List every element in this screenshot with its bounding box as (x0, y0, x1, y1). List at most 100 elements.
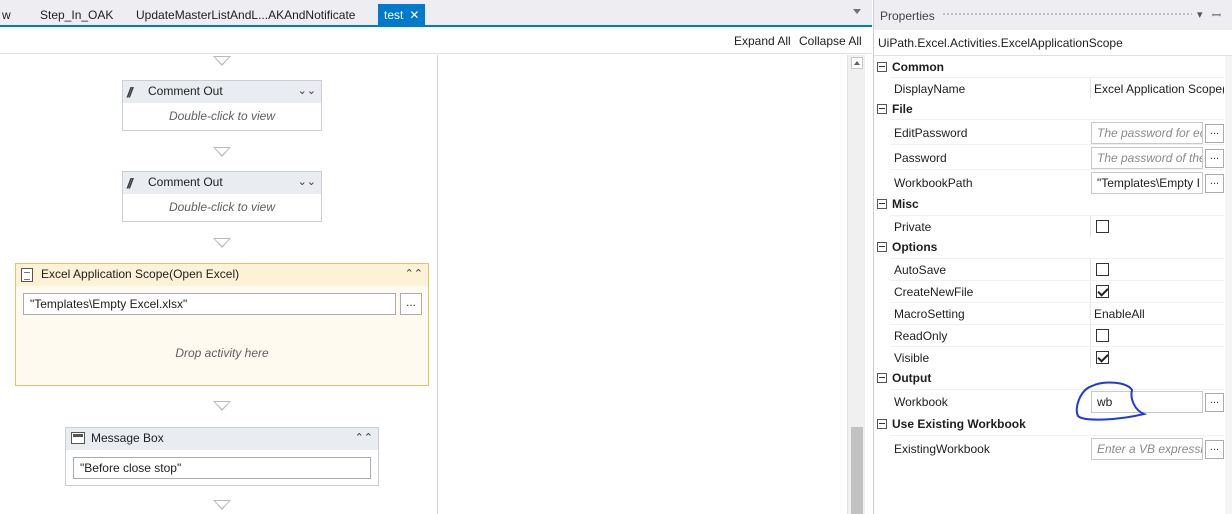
browse-button[interactable]: ... (400, 293, 422, 315)
tab-overflow-icon[interactable] (853, 9, 861, 14)
category-label: Output (892, 371, 932, 385)
category-misc[interactable]: Misc (874, 194, 1224, 214)
property-name: CreateNewFile (894, 285, 974, 299)
read-only-checkbox[interactable] (1096, 329, 1109, 342)
property-value[interactable]: Excel Application Scope( (1094, 82, 1224, 96)
comment-out-activity[interactable]: // Comment Out ⌄⌄ Double-click to view (122, 80, 322, 131)
category-label: Common (892, 60, 944, 74)
designer-canvas[interactable]: // Comment Out ⌄⌄ Double-click to view /… (0, 55, 438, 514)
tab-label: test (384, 8, 404, 22)
category-output[interactable]: Output (874, 368, 1224, 388)
message-text-input[interactable]: "Before close stop" (73, 457, 371, 479)
expand-chevron-icon[interactable]: ⌄⌄ (298, 84, 316, 97)
activity-title: Comment Out (148, 84, 223, 98)
workbook-path-browse-button[interactable]: ... (1205, 174, 1224, 193)
property-row-readonly[interactable]: ReadOnly (890, 324, 1224, 347)
divider (1090, 325, 1091, 347)
property-name: Visible (894, 351, 930, 365)
flow-arrow-icon (213, 147, 231, 157)
collapse-icon[interactable] (877, 242, 887, 252)
tab-test[interactable]: test ✕ (378, 4, 426, 27)
property-row-displayname[interactable]: DisplayName Excel Application Scope( (890, 77, 1224, 100)
create-new-file-checkbox[interactable] (1096, 285, 1109, 298)
divider (1090, 259, 1091, 281)
collapse-icon[interactable] (877, 199, 887, 209)
excel-scope-icon (21, 268, 33, 282)
property-name: ReadOnly (894, 329, 948, 343)
password-input[interactable]: The password of the (1091, 147, 1203, 169)
flow-arrow-icon (213, 401, 231, 411)
category-common[interactable]: Common (874, 57, 1224, 77)
category-file[interactable]: File (874, 99, 1224, 119)
property-row-password[interactable]: Password The password of the ... (890, 144, 1224, 169)
password-browse-button[interactable]: ... (1205, 149, 1224, 168)
collapse-icon[interactable] (877, 62, 887, 72)
workbook-browse-button[interactable]: ... (1205, 393, 1224, 412)
collapse-chevron-icon[interactable]: ⌃⌃ (355, 431, 373, 444)
close-icon[interactable]: ✕ (409, 4, 419, 27)
message-box-icon (71, 432, 85, 444)
document-tab-bar: w Step_In_OAK UpdateMasterListAndL...AKA… (0, 0, 872, 27)
dropdown-icon[interactable]: ▾ (1197, 8, 1203, 21)
selected-type-label: UiPath.Excel.Activities.ExcelApplication… (874, 30, 1232, 56)
property-row-macrosetting[interactable]: MacroSetting EnableAll (890, 302, 1224, 325)
collapse-chevron-icon[interactable]: ⌃⌃ (405, 267, 423, 280)
property-row-existingworkbook[interactable]: ExistingWorkbook Enter a VB expressic ..… (890, 435, 1224, 460)
comment-out-activity[interactable]: // Comment Out ⌄⌄ Double-click to view (122, 171, 322, 222)
category-label: Options (892, 240, 938, 254)
designer-scrollbar[interactable] (847, 55, 865, 514)
autosave-checkbox[interactable] (1096, 263, 1109, 276)
property-name: AutoSave (894, 263, 947, 277)
properties-panel: Properties ▾ ꟷ UiPath.Excel.Activities.E… (873, 0, 1232, 514)
message-box-activity[interactable]: Message Box ⌃⌃ "Before close stop" (65, 427, 379, 486)
workbook-path-input[interactable]: "Templates\Empty Excel.xlsx" (23, 293, 396, 315)
property-name: WorkbookPath (894, 176, 973, 190)
workbook-path-field[interactable]: "Templates\Empty I (1091, 172, 1203, 194)
properties-scrollbar[interactable] (1225, 56, 1232, 514)
comment-icon: // (127, 175, 133, 191)
divider (1090, 347, 1091, 369)
property-row-createnewfile[interactable]: CreateNewFile (890, 280, 1224, 303)
pin-icon[interactable]: ꟷ (1212, 8, 1221, 23)
scroll-up-icon[interactable] (851, 57, 863, 69)
designer-toolbar: Expand All Collapse All (0, 27, 872, 54)
tab-update-master-list[interactable]: UpdateMasterListAndL...AKAndNotificate (136, 5, 355, 25)
excel-application-scope-activity[interactable]: Excel Application Scope(Open Excel) ⌃⌃ "… (15, 263, 429, 386)
visible-checkbox[interactable] (1096, 351, 1109, 364)
edit-password-browse-button[interactable]: ... (1205, 124, 1224, 143)
edit-password-input[interactable]: The password for ec (1091, 122, 1203, 144)
category-use-existing-workbook[interactable]: Use Existing Workbook (874, 414, 1224, 434)
property-row-editpassword[interactable]: EditPassword The password for ec ... (890, 119, 1224, 144)
collapse-icon[interactable] (877, 104, 887, 114)
property-row-visible[interactable]: Visible (890, 346, 1224, 369)
activity-title: Message Box (91, 431, 164, 445)
category-options[interactable]: Options (874, 237, 1224, 257)
grip-icon (942, 12, 1192, 17)
collapse-icon[interactable] (877, 373, 887, 383)
scroll-thumb[interactable] (851, 427, 863, 514)
property-name: Password (894, 151, 947, 165)
expand-all-button[interactable]: Expand All (734, 34, 791, 48)
macro-setting-select[interactable]: EnableAll (1094, 307, 1224, 321)
existing-workbook-input[interactable]: Enter a VB expressic (1091, 438, 1203, 460)
property-name: MacroSetting (894, 307, 965, 321)
activity-header: Message Box ⌃⌃ (66, 428, 378, 450)
category-label: Misc (892, 197, 919, 211)
collapse-icon[interactable] (877, 419, 887, 429)
property-row-workbook[interactable]: Workbook wb ... (890, 389, 1224, 413)
existing-workbook-browse-button[interactable]: ... (1205, 440, 1224, 459)
property-row-autosave[interactable]: AutoSave (890, 258, 1224, 281)
private-checkbox[interactable] (1096, 220, 1109, 233)
property-row-workbookpath[interactable]: WorkbookPath "Templates\Empty I ... (890, 169, 1224, 194)
drop-zone[interactable]: Drop activity here (16, 346, 428, 360)
expand-chevron-icon[interactable]: ⌄⌄ (298, 175, 316, 188)
activity-hint: Double-click to view (168, 200, 276, 214)
tab-partial[interactable]: w (2, 5, 11, 25)
collapse-all-button[interactable]: Collapse All (799, 34, 862, 48)
category-label: File (892, 102, 913, 116)
divider (1090, 281, 1091, 303)
tab-step-in-oak[interactable]: Step_In_OAK (40, 5, 113, 25)
activity-title: Comment Out (148, 175, 223, 189)
annotation-circle-icon (1075, 381, 1148, 421)
property-row-private[interactable]: Private (890, 215, 1224, 238)
